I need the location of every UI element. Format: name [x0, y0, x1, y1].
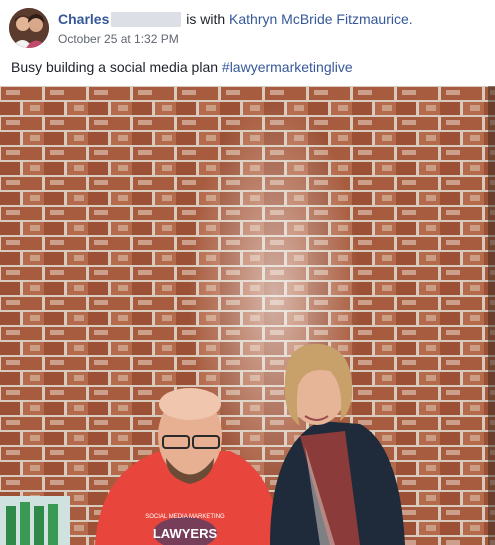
with-text: is with	[186, 11, 226, 27]
shirt-logo-text: LAWYERS	[153, 526, 218, 541]
post-message-text: Busy building a social media plan	[11, 59, 219, 75]
avatar-photo	[9, 8, 49, 48]
post-header: Charles is with Kathryn McBride Fitzmaur…	[58, 10, 413, 28]
redacted-surname	[111, 12, 182, 27]
water-bottles	[0, 496, 70, 545]
photo-image: LAWYERS SOCIAL MEDIA MARKETING	[0, 86, 495, 545]
author-avatar[interactable]	[9, 8, 49, 48]
post-timestamp[interactable]: October 25 at 1:32 PM	[58, 32, 179, 46]
facebook-post: Charles is with Kathryn McBride Fitzmaur…	[0, 0, 495, 545]
hashtag-link[interactable]: #lawyermarketinglive	[222, 59, 353, 75]
shirt-arc-text: SOCIAL MEDIA MARKETING	[145, 514, 225, 520]
tagged-person-link[interactable]: Kathryn McBride Fitzmaurice.	[229, 11, 413, 27]
author-name-link[interactable]: Charles	[58, 11, 109, 27]
post-message: Busy building a social media plan #lawye…	[11, 58, 353, 76]
post-photo[interactable]: LAWYERS SOCIAL MEDIA MARKETING	[0, 86, 495, 545]
